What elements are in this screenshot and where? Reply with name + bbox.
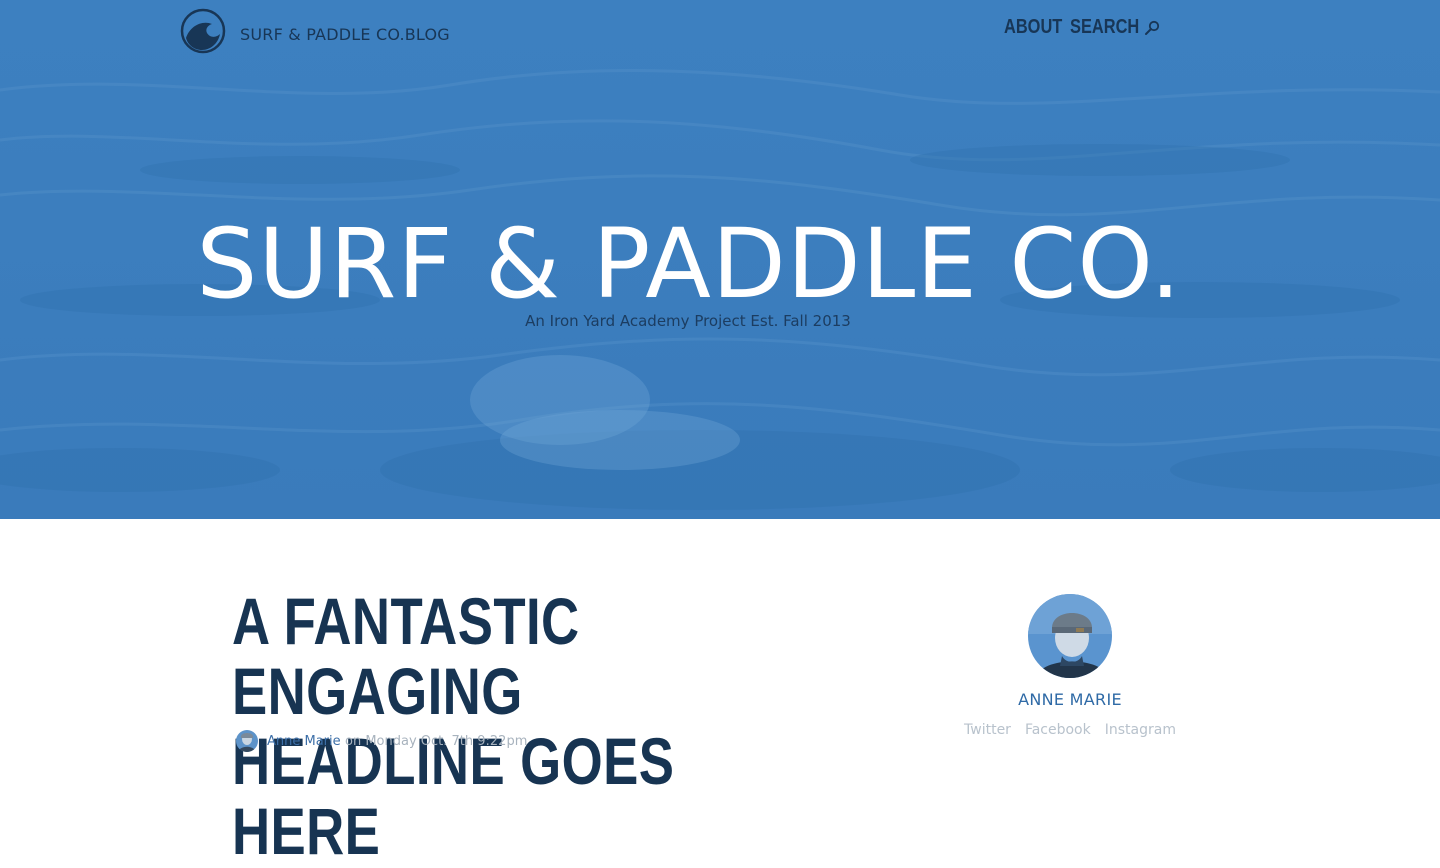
top-navigation: SURF & PADDLE CO.BLOG ABOUT SEARCH xyxy=(180,6,1160,54)
author-name[interactable]: ANNE MARIE xyxy=(960,690,1180,709)
social-links: Twitter Facebook Instagram xyxy=(960,722,1180,738)
nav-about-link[interactable]: ABOUT xyxy=(1004,16,1062,39)
main-nav: ABOUT SEARCH xyxy=(1004,16,1160,39)
hero-banner: SURF & PADDLE CO.BLOG ABOUT SEARCH SURF … xyxy=(0,0,1440,519)
twitter-link[interactable]: Twitter xyxy=(964,722,1011,738)
search-icon[interactable] xyxy=(1144,20,1160,36)
post-date: on Monday Oct. 7th 9:22pm xyxy=(345,734,528,749)
byline-author-link[interactable]: Anne Marie xyxy=(267,734,341,749)
post-headline[interactable]: A FANTASTIC ENGAGING HEADLINE GOES HERE xyxy=(232,586,744,866)
blog-name-link[interactable]: SURF & PADDLE CO.BLOG xyxy=(240,25,450,44)
author-avatar[interactable] xyxy=(1028,594,1112,678)
author-avatar-small[interactable] xyxy=(236,730,258,752)
instagram-link[interactable]: Instagram xyxy=(1105,722,1176,738)
hero-subtitle: An Iron Yard Academy Project Est. Fall 2… xyxy=(525,312,851,330)
hero-title: SURF & PADDLE CO. xyxy=(196,208,1182,320)
headline-line-1: A FANTASTIC ENGAGING xyxy=(232,584,580,728)
post-byline: Anne Marie on Monday Oct. 7th 9:22pm xyxy=(236,730,736,752)
author-photo xyxy=(1028,594,1112,678)
avatar-image xyxy=(236,730,258,752)
wave-icon[interactable] xyxy=(180,8,226,54)
facebook-link[interactable]: Facebook xyxy=(1025,722,1091,738)
nav-search[interactable]: SEARCH xyxy=(1070,16,1160,39)
nav-search-link[interactable]: SEARCH xyxy=(1070,16,1139,39)
